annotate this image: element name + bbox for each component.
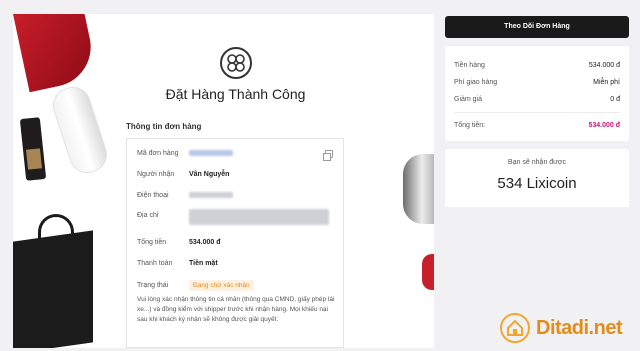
discount-row: Giảm giá 0 đ	[454, 96, 620, 103]
address-label: Địa chỉ	[137, 212, 159, 219]
watermark-text: Ditadi.net	[536, 317, 623, 339]
phone-label: Điện thoại	[137, 192, 169, 199]
page-title: Đặt Hàng Thành Công	[165, 86, 306, 102]
payment-label: Thanh toán	[137, 260, 173, 267]
grand-total-value: 534.000 đ	[588, 122, 620, 129]
discount-label: Giảm giá	[454, 96, 483, 103]
track-order-button[interactable]: Theo Dõi Đơn Hàng	[445, 16, 629, 38]
order-id-value	[189, 150, 233, 158]
recipient-label: Người nhận	[137, 171, 175, 178]
points-value: 534 Lixicoin	[497, 175, 577, 192]
logo-icon	[220, 47, 252, 79]
order-confirmation-panel: Đặt Hàng Thành Công Thông tin đơn hàng M…	[13, 14, 434, 348]
points-label: Bạn sẽ nhận được	[508, 159, 566, 166]
total-value: 534.000 đ	[189, 239, 221, 246]
status-label: Trạng thái	[137, 282, 169, 289]
order-success-page: Đặt Hàng Thành Công Thông tin đơn hàng M…	[0, 0, 640, 351]
status-badge: Đang chờ xác nhận	[189, 280, 254, 291]
order-id-label: Mã đơn hàng	[137, 150, 179, 157]
subtotal-value: 534.000 đ	[588, 62, 620, 69]
section-title: Thông tin đơn hàng	[126, 122, 202, 131]
shipping-value: Miễn phí	[593, 79, 620, 86]
grand-total-row: Tổng tiền: 534.000 đ	[454, 122, 620, 129]
shopping-bag-image	[13, 230, 93, 348]
summary-divider	[454, 112, 620, 113]
shipping-label: Phí giao hàng	[454, 79, 498, 86]
chrome-cap-image	[403, 154, 434, 224]
lipstick-tube-image	[48, 82, 112, 178]
lipstick-red-image	[13, 14, 99, 93]
subtotal-row: Tiền hàng 534.000 đ	[454, 62, 620, 69]
payment-value: Tiền mặt	[189, 260, 218, 267]
gold-band-image	[25, 148, 43, 170]
copy-icon[interactable]	[323, 150, 333, 161]
recipient-value: Vân Nguyễn	[189, 171, 230, 178]
verification-note: Vui lòng xác nhận thông tin cá nhân (thô…	[137, 296, 335, 323]
phone-value	[189, 192, 233, 200]
reward-points-card: Bạn sẽ nhận được 534 Lixicoin	[445, 149, 629, 207]
subtotal-label: Tiền hàng	[454, 62, 485, 69]
order-info-card: Mã đơn hàng Người nhận Vân Nguyễn Điện t…	[126, 138, 344, 348]
shipping-row: Phí giao hàng Miễn phí	[454, 79, 620, 86]
discount-value: 0 đ	[610, 96, 620, 103]
address-value	[189, 209, 329, 227]
red-product-image	[422, 254, 434, 290]
total-label: Tổng tiền	[137, 239, 167, 246]
order-summary-card: Tiền hàng 534.000 đ Phí giao hàng Miễn p…	[445, 46, 629, 141]
grand-total-label: Tổng tiền:	[454, 122, 486, 129]
watermark: Ditadi.net	[500, 313, 635, 343]
house-icon	[500, 313, 530, 343]
